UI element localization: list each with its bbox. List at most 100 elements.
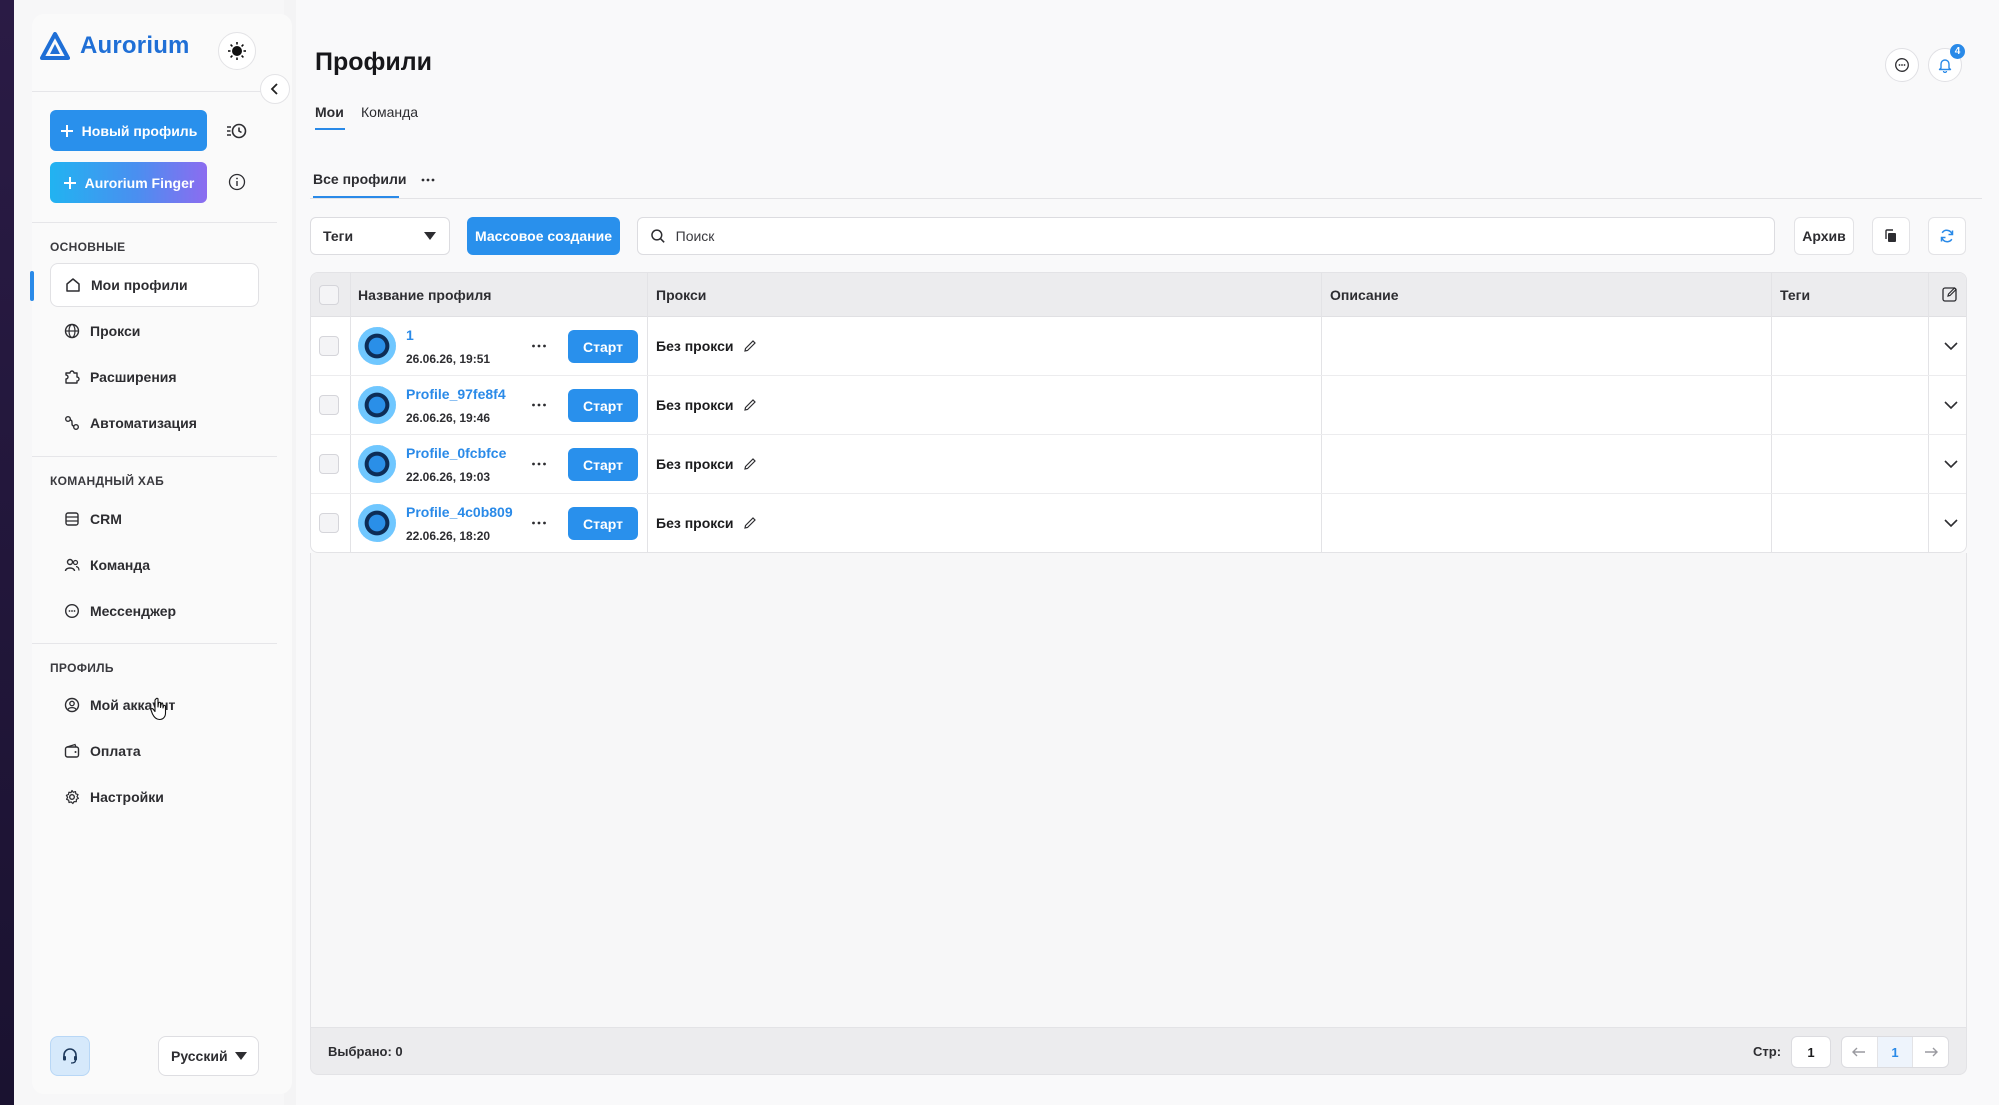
language-select[interactable]: Русский [158,1036,259,1076]
mass-create-button[interactable]: Массовое создание [467,217,620,255]
copy-icon [1885,229,1896,242]
search-box [637,217,1775,255]
profile-name-link[interactable]: Profile_4c0b809 [406,504,513,520]
sidebar-item-messenger[interactable]: Мессенджер [50,589,259,633]
proxy-value: Без прокси [656,338,734,354]
clipboard-button[interactable] [1872,217,1910,255]
start-button[interactable]: Старт [568,448,638,481]
automation-icon [65,416,79,430]
column-header-description[interactable]: Описание [1330,273,1399,317]
sidebar-item-crm[interactable]: CRM [50,497,259,541]
section-label-team: КОМАНДНЫЙ ХАБ [50,474,165,488]
notifications-button[interactable]: 4 [1928,44,1965,82]
column-header-name[interactable]: Название профиля [358,273,491,317]
current-page[interactable]: 1 [1876,1037,1914,1067]
sidebar-collapse-button[interactable] [260,74,290,104]
aurorium-finger-button[interactable]: Aurorium Finger [50,162,207,203]
sidebar-item-settings[interactable]: Настройки [50,775,259,819]
refresh-button[interactable] [1928,217,1966,255]
row-menu-button[interactable] [529,336,549,356]
table-row[interactable]: Profile_4c0b809 22.06.26, 18:20 Старт Бе… [311,494,1966,552]
plus-icon [60,124,73,137]
expand-row-button[interactable] [1941,395,1961,415]
messages-button[interactable] [1885,48,1919,82]
subtab-all-profiles[interactable]: Все профили [313,171,407,187]
prev-page-button[interactable] [1842,1037,1877,1067]
chat-icon [1895,58,1909,72]
profile-name-link[interactable]: 1 [406,327,414,343]
page-number-input[interactable]: 1 [1791,1036,1831,1068]
edit-columns-button[interactable] [1941,285,1959,308]
column-header-tags[interactable]: Теги [1780,273,1810,317]
row-menu-button[interactable] [529,513,549,533]
sidebar-item-team[interactable]: Команда [50,543,259,587]
mouse-cursor [150,697,168,726]
profile-name-link[interactable]: Profile_0fcbfce [406,445,506,461]
home-icon [66,278,80,292]
pencil-icon[interactable] [743,339,757,353]
expand-row-button[interactable] [1941,454,1961,474]
finger-info-button[interactable] [222,167,252,197]
history-button[interactable] [222,116,252,146]
archive-button[interactable]: Архив [1794,217,1854,255]
selected-count: Выбрано: 0 [328,1044,403,1059]
gear-icon [65,789,79,805]
active-nav-indicator [30,271,34,301]
row-checkbox[interactable] [319,513,339,533]
expand-row-button[interactable] [1941,336,1961,356]
start-button[interactable]: Старт [568,330,638,363]
expand-row-button[interactable] [1941,513,1961,533]
row-checkbox[interactable] [319,336,339,356]
column-header-proxy[interactable]: Прокси [656,273,706,317]
edit-square-icon [1942,287,1957,302]
table-row[interactable]: Profile_0fcbfce 22.06.26, 19:03 Старт Бе… [311,435,1966,494]
profile-date: 26.06.26, 19:46 [406,411,491,425]
info-icon [228,173,246,191]
sidebar-item-payment[interactable]: Оплата [50,729,259,773]
proxy-cell: Без прокси [656,338,757,354]
start-button[interactable]: Старт [568,507,638,540]
sidebar-item-my-profiles[interactable]: Мои профили [50,263,259,307]
section-label-main: ОСНОВНЫЕ [50,240,126,254]
pencil-icon[interactable] [743,398,757,412]
app-logo[interactable]: Aurorium [40,32,190,60]
chat-icon [64,603,80,619]
proxy-cell: Без прокси [656,515,757,531]
next-page-button[interactable] [1913,1037,1948,1067]
select-all-checkbox[interactable] [319,285,339,305]
sidebar-item-proxies[interactable]: Прокси [50,309,259,353]
profile-avatar [358,386,396,424]
start-button[interactable]: Старт [568,389,638,422]
search-input[interactable] [675,228,1762,244]
support-button[interactable] [50,1036,90,1076]
tags-select-value: Теги [323,228,354,244]
chevron-down-icon [1944,401,1958,410]
row-checkbox[interactable] [319,454,339,474]
subtabs-divider [310,198,1982,199]
users-icon [64,558,80,572]
table-row[interactable]: 1 26.06.26, 19:51 Старт Без прокси [311,317,1966,376]
row-menu-button[interactable] [529,395,549,415]
aurorium-finger-label: Aurorium Finger [84,174,195,191]
caret-down-icon [424,232,436,240]
tab-team[interactable]: Команда [361,104,418,120]
row-menu-button[interactable] [529,454,549,474]
new-profile-button[interactable]: Новый профиль [50,110,207,151]
subtab-more-button[interactable] [420,172,436,193]
sidebar-item-label: Мессенджер [90,603,177,619]
sidebar-item-extensions[interactable]: Расширения [50,355,259,399]
pencil-icon[interactable] [743,516,757,530]
sidebar-item-label: Оплата [90,743,141,759]
profile-name-link[interactable]: Profile_97fe8f4 [406,386,506,402]
sidebar-item-automation[interactable]: Автоматизация [50,401,259,445]
row-checkbox[interactable] [319,395,339,415]
aurorium-logo-icon [40,32,70,60]
more-horizontal-icon [532,521,546,525]
pencil-icon[interactable] [743,457,757,471]
table-row[interactable]: Profile_97fe8f4 26.06.26, 19:46 Старт Бе… [311,376,1966,435]
table-footer: Выбрано: 0 Стр: 1 1 [310,1027,1967,1075]
theme-toggle-button[interactable] [218,32,256,70]
tags-select[interactable]: Теги [310,217,450,255]
app-name: Aurorium [80,32,190,59]
tab-mine[interactable]: Мои [315,104,344,120]
